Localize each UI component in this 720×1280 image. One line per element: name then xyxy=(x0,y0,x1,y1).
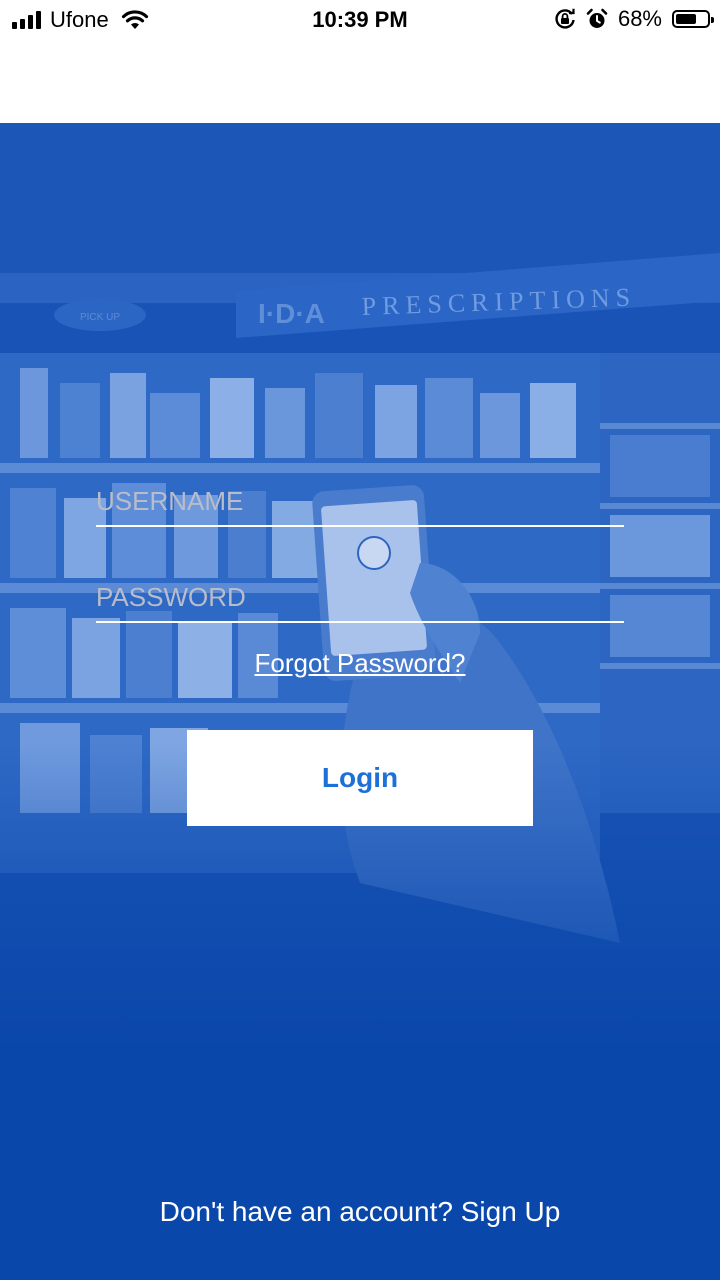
orientation-lock-icon xyxy=(555,8,575,29)
password-field xyxy=(96,565,624,623)
login-form: Forgot Password? Login Don't have an acc… xyxy=(0,123,720,1280)
status-right: 68% xyxy=(554,6,714,31)
battery-level-fill xyxy=(676,14,697,24)
username-field xyxy=(96,469,624,527)
password-input[interactable] xyxy=(96,582,624,613)
battery-tip xyxy=(711,17,714,23)
battery-percent: 68% xyxy=(617,6,662,31)
username-input[interactable] xyxy=(96,486,624,517)
alarm-icon xyxy=(586,8,608,28)
login-screen: I·D·A PRESCRIPTIONS PICK UP USERNAME For… xyxy=(0,123,720,1280)
battery-icon xyxy=(672,10,714,28)
forgot-password-link[interactable]: Forgot Password? xyxy=(0,648,720,679)
status-bar: Ufone 10:39 PM 68% xyxy=(0,0,720,40)
signup-link[interactable]: Don't have an account? Sign Up xyxy=(0,1196,720,1228)
login-button[interactable]: Login xyxy=(187,730,533,826)
